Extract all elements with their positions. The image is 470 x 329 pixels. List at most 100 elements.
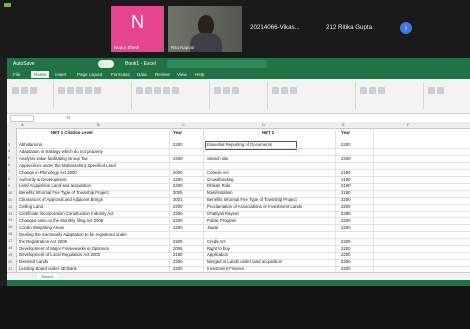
column-header[interactable]: D bbox=[262, 122, 265, 127]
cell-net1-year[interactable]: 2200 bbox=[173, 177, 183, 182]
tab-file[interactable]: File bbox=[13, 72, 20, 77]
align-left-icon[interactable] bbox=[136, 87, 143, 94]
cell-net2-topic[interactable]: Search site bbox=[207, 156, 229, 161]
cut-icon[interactable] bbox=[21, 87, 28, 94]
row-number[interactable]: 18 bbox=[8, 246, 12, 250]
header-cell-year[interactable]: Year bbox=[173, 130, 182, 135]
column-header[interactable]: E bbox=[342, 122, 345, 127]
bold-icon[interactable] bbox=[58, 87, 65, 94]
percent-icon[interactable] bbox=[223, 87, 230, 94]
row-number[interactable]: 12 bbox=[8, 205, 12, 209]
spreadsheet-grid[interactable]: A B C D E F NET 1 Citation Level Year NE… bbox=[7, 122, 470, 274]
currency-icon[interactable] bbox=[214, 87, 221, 94]
name-box[interactable] bbox=[10, 115, 34, 122]
search-input[interactable] bbox=[167, 60, 267, 68]
cell-net2-topic[interactable]: Jawal bbox=[207, 225, 218, 230]
sheet-tab[interactable]: Sheet1 bbox=[37, 274, 58, 279]
row-number[interactable]: 20 bbox=[8, 260, 12, 264]
cell-net2-topic[interactable]: Benefits Informal Fee Type of Township P… bbox=[207, 197, 297, 202]
cell-net2-year[interactable]: 2200 bbox=[341, 142, 351, 147]
row-number[interactable]: 10 bbox=[8, 191, 12, 195]
cell-net1-year[interactable]: 2001 bbox=[173, 197, 183, 202]
cell-net1-year[interactable]: 2008 bbox=[173, 246, 183, 251]
row-number[interactable]: 8 bbox=[8, 177, 10, 181]
cell-net2-topic[interactable]: Merged in Lands under land acquisition bbox=[207, 259, 282, 264]
cell-net2-year[interactable]: 2180 bbox=[341, 183, 351, 188]
column-header[interactable]: B bbox=[97, 122, 100, 127]
cell-net1-topic[interactable]: Deemed Lands bbox=[19, 259, 48, 264]
column-header[interactable]: F bbox=[407, 122, 409, 127]
cell-styles-icon[interactable] bbox=[290, 87, 297, 94]
column-header[interactable]: A bbox=[21, 122, 24, 127]
cell-net1-year[interactable]: 2200 bbox=[173, 266, 183, 271]
wrap-text-icon[interactable] bbox=[163, 87, 170, 94]
cell-net1-topic[interactable]: Lending Board under 4D Bank bbox=[19, 266, 77, 271]
copy-icon[interactable] bbox=[30, 87, 37, 94]
participant-tile-video[interactable]: Ritu Kapoor bbox=[168, 6, 242, 52]
cell-net2-year[interactable]: 2180 bbox=[341, 170, 351, 175]
insert-icon[interactable] bbox=[360, 87, 367, 94]
cell-net1-year[interactable]: 2200 bbox=[173, 142, 183, 147]
cell-net1-year[interactable]: 2200 bbox=[173, 259, 183, 264]
underline-icon[interactable] bbox=[76, 87, 83, 94]
row-number[interactable]: 17 bbox=[8, 239, 12, 243]
cell-net1-year[interactable]: 2200 bbox=[173, 218, 183, 223]
cell-net2-year[interactable]: 2200 bbox=[341, 246, 351, 251]
comma-icon[interactable] bbox=[232, 87, 239, 94]
cell-net2-year[interactable]: 2200 bbox=[341, 252, 351, 257]
cell-net1-topic[interactable]: Land Acquisition Land and acquisition bbox=[19, 183, 91, 188]
fx-icon[interactable]: fx bbox=[67, 115, 71, 120]
row-number[interactable]: 21 bbox=[8, 267, 12, 271]
cell-net1-topic[interactable]: Development of Local Regulation Act 2000 bbox=[19, 252, 100, 257]
cell-net2-year[interactable]: 2200 bbox=[341, 197, 351, 202]
cell-net1-topic[interactable]: Change in Rhinology Act 2000 bbox=[19, 170, 77, 175]
merge-icon[interactable] bbox=[172, 87, 179, 94]
cell-net1-topic[interactable]: Dealing the Summarily Adaptation to be r… bbox=[19, 232, 127, 237]
header-cell-net2[interactable]: NET 2 bbox=[262, 130, 274, 135]
cell-net2-year[interactable]: 2200 bbox=[341, 239, 351, 244]
cell-net2-topic[interactable]: Dhikari Rule bbox=[207, 183, 230, 188]
cell-net2-topic[interactable]: Public Program bbox=[207, 218, 236, 223]
cell-net1-year[interactable]: 2200 bbox=[173, 239, 183, 244]
row-number[interactable]: 11 bbox=[8, 198, 12, 202]
cell-net1-topic[interactable]: Analysis value facilitating Group Tax bbox=[19, 156, 88, 161]
autosave-toggle[interactable] bbox=[98, 60, 114, 68]
cell-net2-topic[interactable]: Investment Finance bbox=[207, 266, 245, 271]
format-table-icon[interactable] bbox=[281, 87, 288, 94]
cell-net2-year[interactable]: 2200 bbox=[341, 266, 351, 271]
cell-net1-topic[interactable]: Ceiling Land bbox=[19, 204, 43, 209]
row-number[interactable]: 16 bbox=[8, 232, 12, 236]
cell-net1-year[interactable]: 2200 bbox=[173, 225, 183, 230]
cell-net2-topic[interactable]: Application bbox=[207, 252, 228, 257]
row-number[interactable]: 15 bbox=[8, 225, 12, 229]
row-number[interactable]: 9 bbox=[8, 184, 10, 188]
delete-icon[interactable] bbox=[369, 87, 376, 94]
italic-icon[interactable] bbox=[67, 87, 74, 94]
cell-net2-topic[interactable]: Manifestation bbox=[207, 190, 233, 195]
cell-net1-topic[interactable]: Adaptation in strategy which do not prop… bbox=[19, 149, 103, 154]
cell-net1-topic[interactable]: Authority & Development bbox=[19, 177, 67, 182]
row-number[interactable]: 6 bbox=[8, 163, 10, 167]
conditional-format-icon[interactable] bbox=[272, 87, 279, 94]
sort-filter-icon[interactable] bbox=[428, 87, 435, 94]
cell-net2-year[interactable]: 2200 bbox=[341, 218, 351, 223]
cell-net1-year[interactable]: 2005 bbox=[173, 190, 183, 195]
header-cell-net1[interactable]: NET 1 Citation Level bbox=[51, 130, 93, 135]
cell-net1-topic[interactable]: Condo Weighting Areas bbox=[19, 225, 64, 230]
paste-icon[interactable] bbox=[12, 87, 19, 94]
header-cell-year[interactable]: Year bbox=[341, 130, 350, 135]
cell-net2-year[interactable]: 2200 bbox=[341, 225, 351, 230]
cell-net1-year[interactable]: 2200 bbox=[173, 204, 183, 209]
participant-tile-initial[interactable]: N Nupur Sheth bbox=[111, 6, 164, 52]
column-header[interactable]: C bbox=[182, 122, 185, 127]
cell-net2-topic[interactable]: Crowdfunding bbox=[207, 177, 234, 182]
cell-net2-year[interactable]: 2180 bbox=[341, 177, 351, 182]
row-number[interactable]: 7 bbox=[8, 170, 10, 174]
cell-net1-topic[interactable]: Certificate Incorporation Construction I… bbox=[19, 211, 114, 216]
cell-net1-year[interactable]: 2200 bbox=[173, 211, 183, 216]
participant-tile-name-only[interactable]: 212 Ritika Gupta bbox=[326, 6, 396, 52]
row-number[interactable]: 13 bbox=[8, 212, 12, 216]
cell-net2-year[interactable]: 2200 bbox=[341, 156, 351, 161]
cell-net2-topic[interactable]: Right to buy bbox=[207, 246, 230, 251]
row-number[interactable]: 14 bbox=[8, 218, 12, 222]
